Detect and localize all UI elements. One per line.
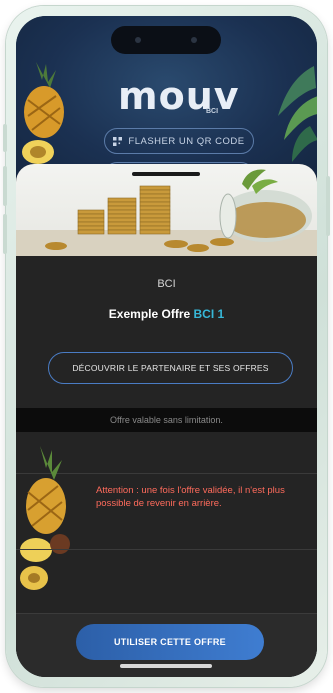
use-offer-button[interactable]: UTILISER CETTE OFFRE [76,624,264,660]
pineapple-decoration-icon [20,446,70,590]
partner-brand: BCI [157,278,176,290]
phone-frame: mouv BCI FLASHER UN QR CODE BCI Exemple … [3,6,330,687]
silent-switch [3,124,7,152]
offer-title-prefix: Exemple Offre [108,307,194,321]
volume-up-button [3,166,7,206]
leaves-icon [278,66,317,162]
pineapple-icon [22,62,64,164]
divider [16,549,317,550]
volume-down-button [3,214,7,254]
scan-qr-button[interactable]: FLASHER UN QR CODE [104,128,254,154]
qr-code-icon [113,136,123,146]
power-button [326,176,330,236]
offer-title-accent: BCI 1 [193,307,225,321]
offer-banner-image [16,164,317,256]
sheet-grabber[interactable] [132,172,200,176]
warning-message: Attention : une fois l'offre validée, il… [96,485,285,509]
offer-title: Exemple Offre BCI 1 [16,307,317,321]
scan-qr-label: FLASHER UN QR CODE [128,135,245,147]
home-indicator[interactable] [120,664,212,668]
discover-partner-button[interactable]: DÉCOUVRIR LE PARTENAIRE ET SES OFFRES [48,352,293,384]
validity-banner: Offre valable sans limitation. [16,408,317,432]
mouv-logo: mouv [118,74,240,118]
screen: mouv BCI FLASHER UN QR CODE BCI Exemple … [16,16,317,677]
offer-sheet: BCI Exemple Offre BCI 1 DÉCOUVRIR LE PAR… [16,164,317,677]
logo-subtitle: BCI [206,108,219,115]
notch [111,26,221,54]
